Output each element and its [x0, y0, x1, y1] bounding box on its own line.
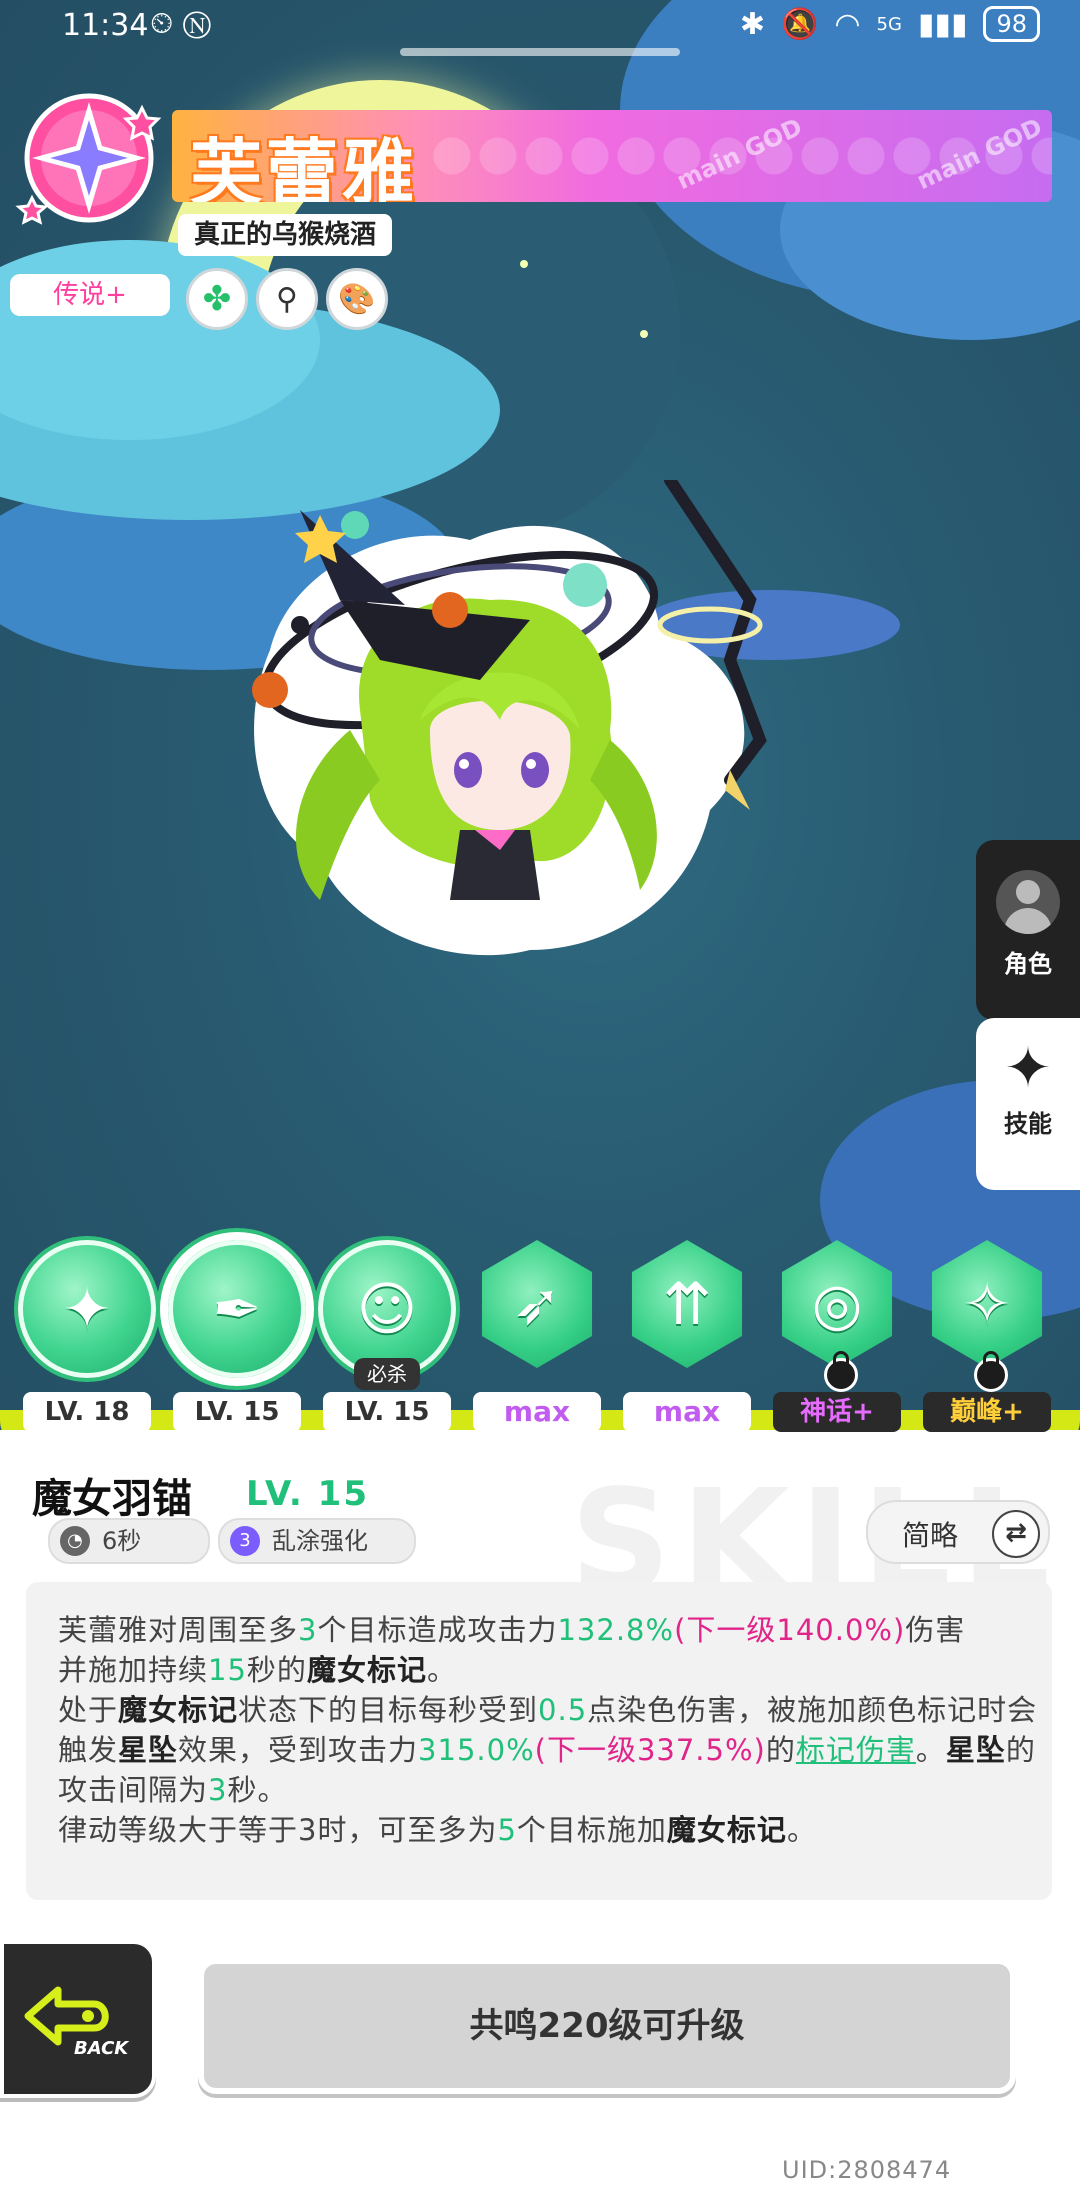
desc-text: 个目标施加: [516, 1813, 667, 1847]
desc-value: 0.5: [538, 1693, 588, 1727]
desc-value: 3: [298, 1613, 318, 1647]
sparkle: [520, 260, 528, 268]
desc-text: 秒的: [246, 1653, 307, 1687]
desc-value: 132.8%: [557, 1613, 675, 1647]
network-label: 5G: [876, 13, 902, 35]
skill-slot-5[interactable]: ⇈ max: [612, 1240, 762, 1432]
skill-slot-6[interactable]: ◎ 神话+: [762, 1240, 912, 1432]
tab-skill-label: 技能: [1004, 1110, 1052, 1138]
desc-text: 律动等级大于等于3时，可至多为: [58, 1813, 498, 1847]
desc-keyword: 星坠: [118, 1733, 179, 1767]
skill-level: LV. 15: [323, 1392, 451, 1432]
desc-text: 个目标造成攻击力: [317, 1613, 558, 1647]
desc-text: 伤害: [905, 1613, 966, 1647]
avatar-icon: [996, 870, 1060, 934]
upgrade-button[interactable]: 共鸣220级可升级: [198, 1958, 1016, 2094]
skill-level: 神话+: [773, 1392, 901, 1432]
skill-slot-2[interactable]: ✒ LV. 15: [162, 1240, 312, 1432]
mute-icon: 🔕: [780, 6, 819, 42]
swap-icon: ⇄: [992, 1510, 1040, 1558]
desc-keyword: 星坠: [945, 1733, 1006, 1767]
desc-text: 状态下的目标每秒受到: [238, 1693, 539, 1727]
view-mode-toggle[interactable]: 简略 ⇄: [866, 1500, 1050, 1564]
magnifier-icon[interactable]: ⚲: [256, 268, 318, 330]
skill-icon: ✦: [18, 1240, 156, 1378]
wifi-icon: ◠: [834, 6, 861, 42]
back-label: BACK: [74, 2038, 129, 2059]
status-bar: 11:34 ⏲ Ⓝ ✱ 🔕 ◠ 5G ▮▮▮ 98: [0, 0, 1080, 52]
tab-skill[interactable]: ✦ 技能: [976, 1018, 1080, 1190]
desc-text: 效果，受到攻击力: [178, 1733, 419, 1767]
enhance-chip: 3 乱涂强化: [218, 1518, 416, 1564]
desc-value: 315.0%: [418, 1733, 535, 1767]
character-name-banner: main GOD main GOD 芙蕾雅: [172, 110, 1052, 202]
skill-level: LV. 18: [23, 1392, 151, 1432]
tab-role-label: 角色: [1004, 950, 1052, 978]
desc-keyword: 魔女标记: [666, 1813, 787, 1847]
skill-list: ✦ LV. 18 ✒ LV. 15 ☺ 必杀 LV. 15 ➶ max ⇈ ma…: [0, 1240, 1080, 1440]
view-mode-label: 简略: [902, 1519, 959, 1552]
lock-icon: [974, 1351, 1008, 1392]
character-illustration[interactable]: [230, 480, 790, 980]
desc-text: 处于: [58, 1693, 119, 1727]
desc-value: 5: [497, 1813, 517, 1847]
lock-icon: [824, 1351, 858, 1392]
palette-icon[interactable]: 🎨: [326, 268, 388, 330]
skill-level: 巅峰+: [923, 1392, 1051, 1432]
user-id: UID:2808474: [782, 2156, 952, 2184]
desc-keyword: 魔女标记: [118, 1693, 239, 1727]
tab-role[interactable]: 角色: [976, 840, 1080, 1020]
desc-text: 并施加持续: [58, 1653, 209, 1687]
status-time: 11:34: [62, 8, 149, 43]
back-button[interactable]: BACK: [0, 1940, 156, 2098]
skill-icon: ✧: [931, 1240, 1043, 1368]
skill-detail-panel: SKILL 魔女羽锚 LV. 15 ◔ 6秒 3 乱涂强化 简略 ⇄ 芙蕾雅对周…: [0, 1430, 1080, 2204]
desc-text: 秒。: [227, 1773, 288, 1807]
skill-name: 魔女羽锚: [32, 1476, 192, 1522]
desc-text: 的: [765, 1733, 796, 1767]
skill-icon: ✒: [168, 1240, 306, 1378]
legendary-rarity-emblem: [15, 93, 162, 225]
desc-value: 3: [208, 1773, 228, 1807]
desc-text: 。: [426, 1653, 457, 1687]
bluetooth-icon: ✱: [739, 6, 765, 42]
skill-description: 芙蕾雅对周围至多3个目标造成攻击力132.8%(下一级140.0%)伤害 并施加…: [58, 1610, 1048, 1850]
status-notification-icons: ⏲ Ⓝ: [150, 6, 211, 41]
skill-level: max: [473, 1392, 601, 1432]
skill-description-box: 芙蕾雅对周围至多3个目标造成攻击力132.8%(下一级140.0%)伤害 并施加…: [26, 1582, 1052, 1900]
skill-level-label: LV. 15: [246, 1474, 369, 1514]
character-title: 真正的乌猴烧酒: [178, 214, 393, 256]
skill-slot-7[interactable]: ✧ 巅峰+: [912, 1240, 1062, 1432]
desc-text: 。: [915, 1733, 946, 1767]
rarity-label: 传说+: [10, 274, 170, 316]
desc-text: 芙蕾雅对周围至多: [58, 1613, 299, 1647]
enhance-label: 乱涂强化: [272, 1527, 368, 1555]
skill-icon: ◎: [781, 1240, 893, 1368]
sparkle: [640, 330, 648, 338]
desc-next-level: (下一级140.0%): [674, 1613, 906, 1647]
skill-icon: ➶: [481, 1240, 593, 1368]
skill-level: LV. 15: [173, 1392, 301, 1432]
clover-icon[interactable]: ✤: [186, 268, 248, 330]
battery-indicator: 98: [983, 6, 1040, 42]
desc-value: 15: [208, 1653, 247, 1687]
desc-text: 。: [786, 1813, 817, 1847]
notch-handle: [400, 48, 680, 56]
character-name: 芙蕾雅: [190, 131, 419, 202]
mark-damage-link[interactable]: 标记伤害: [796, 1733, 916, 1767]
skill-slot-4[interactable]: ➶ max: [462, 1240, 612, 1432]
skill-slot-3[interactable]: ☺ 必杀 LV. 15: [312, 1240, 462, 1432]
clock-icon: ◔: [60, 1526, 90, 1556]
desc-next-level: (下一级337.5%): [534, 1733, 766, 1767]
skill-level: max: [623, 1392, 751, 1432]
enhance-count: 3: [230, 1526, 260, 1556]
skill-slot-1[interactable]: ✦ LV. 18: [12, 1240, 162, 1432]
signal-icon: ▮▮▮: [917, 6, 968, 42]
sparkle-star-icon: ✦: [1004, 1036, 1052, 1101]
skill-icon: ⇈: [631, 1240, 743, 1368]
desc-keyword: 魔女标记: [306, 1653, 427, 1687]
cooldown-value: 6秒: [102, 1527, 142, 1555]
ultimate-tag: 必杀: [354, 1358, 420, 1390]
cooldown-chip: ◔ 6秒: [48, 1518, 210, 1564]
